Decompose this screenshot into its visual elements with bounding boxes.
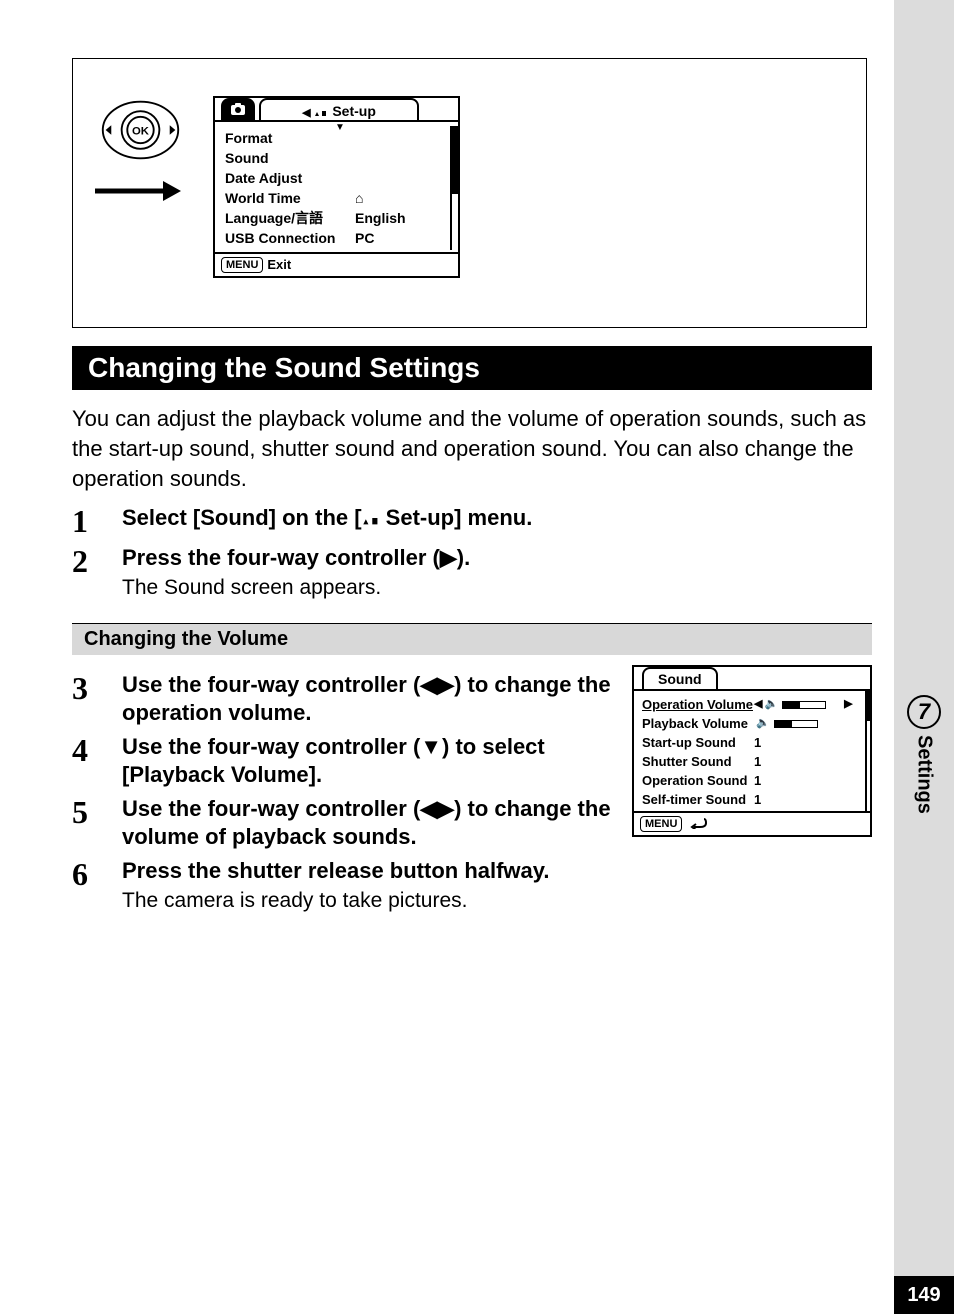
volume-bar: [774, 720, 818, 728]
menu-item-usb: USB Connection: [225, 228, 355, 248]
val-selftimer-sound: 1: [754, 790, 761, 809]
step-title: Select [Sound] on the [ Set-up] menu.: [122, 504, 872, 532]
step-3: 3 Use the four-way controller (◀▶) to ch…: [72, 671, 614, 727]
chapter-label: Settings: [913, 735, 936, 814]
menu-item-date-adjust: Date Adjust: [225, 168, 355, 188]
row-operation-volume: Operation Volume: [642, 695, 754, 714]
step-title: Press the shutter release button halfway…: [122, 857, 872, 885]
tab-setup-label: Set-up: [332, 103, 376, 119]
lcd-footer: MENU Exit: [215, 252, 458, 276]
step-5: 5 Use the four-way controller (◀▶) to ch…: [72, 795, 614, 851]
row-operation-sound: Operation Sound: [642, 771, 754, 790]
volume-bar: [782, 701, 826, 709]
svg-text:OK: OK: [132, 126, 150, 138]
row-startup-sound: Start-up Sound: [642, 733, 754, 752]
menu-value-usb: PC: [355, 228, 374, 248]
step-desc: The camera is ready to take pictures.: [122, 887, 872, 914]
val-startup-sound: 1: [754, 733, 761, 752]
triangle-left-icon: ◀: [754, 695, 762, 714]
chapter-number: 7: [907, 695, 941, 729]
menu-item-language: Language/言語: [225, 208, 355, 228]
step-title: Use the four-way controller (◀▶) to chan…: [122, 795, 614, 851]
arrow-right-icon: [93, 179, 183, 208]
menu-button-chip: MENU: [640, 816, 682, 832]
triangle-right-icon: ▶: [844, 695, 852, 714]
menu-item-format: Format: [225, 128, 355, 148]
menu-item-sound: Sound: [225, 148, 355, 168]
step-number: 4: [72, 733, 122, 767]
row-shutter-sound: Shutter Sound: [642, 752, 754, 771]
chapter-tab: 7 Settings: [894, 695, 954, 814]
step-number: 5: [72, 795, 122, 829]
step-title: Use the four-way controller (▼) to selec…: [122, 733, 614, 789]
scrollbar: [865, 691, 872, 811]
tab-setup: ◀ Set-up: [259, 98, 419, 120]
menu-value-language: English: [355, 208, 406, 228]
step-desc: The Sound screen appears.: [122, 574, 872, 601]
val-shutter-sound: 1: [754, 752, 761, 771]
sidebar-strip: [894, 0, 954, 1314]
return-icon: [690, 817, 708, 829]
step-2: 2 Press the four-way controller (▶). The…: [72, 544, 872, 601]
intro-paragraph: You can adjust the playback volume and t…: [72, 404, 872, 494]
val-operation-sound: 1: [754, 771, 761, 790]
step-title: Press the four-way controller (▶).: [122, 544, 872, 572]
lcd-sound-menu: Sound Operation Volume ◀ 🔈 ▶ Playback Vo…: [632, 665, 872, 837]
tools-icon: [362, 509, 380, 527]
menu-button-chip: MENU: [221, 257, 263, 273]
section-heading: Changing the Sound Settings: [72, 346, 872, 390]
lcd-setup-menu: ◀ Set-up ▼ Format Sound Date Adjust Worl…: [213, 96, 460, 278]
tab-record-icon: [221, 98, 255, 120]
lcd-footer-exit: Exit: [267, 257, 291, 272]
step-4: 4 Use the four-way controller (▼) to sel…: [72, 733, 614, 789]
menu-item-world-time: World Time: [225, 188, 355, 208]
lcd-footer: MENU: [634, 811, 870, 835]
tools-icon: [314, 104, 328, 118]
sound-tab-label: Sound: [642, 667, 718, 689]
step-number: 1: [72, 504, 122, 538]
speaker-icon: 🔈: [764, 695, 778, 714]
step-number: 2: [72, 544, 122, 578]
page-number: 149: [894, 1276, 954, 1314]
speaker-icon: 🔈: [756, 714, 770, 733]
step-6: 6 Press the shutter release button halfw…: [72, 857, 872, 914]
four-way-controller-icon: OK: [98, 97, 183, 163]
step-title: Use the four-way controller (◀▶) to chan…: [122, 671, 614, 727]
step-number: 6: [72, 857, 122, 891]
row-playback-volume: Playback Volume: [642, 714, 754, 733]
home-icon: ⌂: [355, 188, 363, 208]
scrollbar: [450, 126, 458, 250]
row-selftimer-sound: Self-timer Sound: [642, 790, 754, 809]
step-number: 3: [72, 671, 122, 705]
figure-setup-menu: OK ◀ Set-up ▼ Format Sou: [72, 58, 867, 328]
step-1: 1 Select [Sound] on the [ Set-up] menu.: [72, 504, 872, 538]
subheading-volume: Changing the Volume: [72, 623, 872, 655]
